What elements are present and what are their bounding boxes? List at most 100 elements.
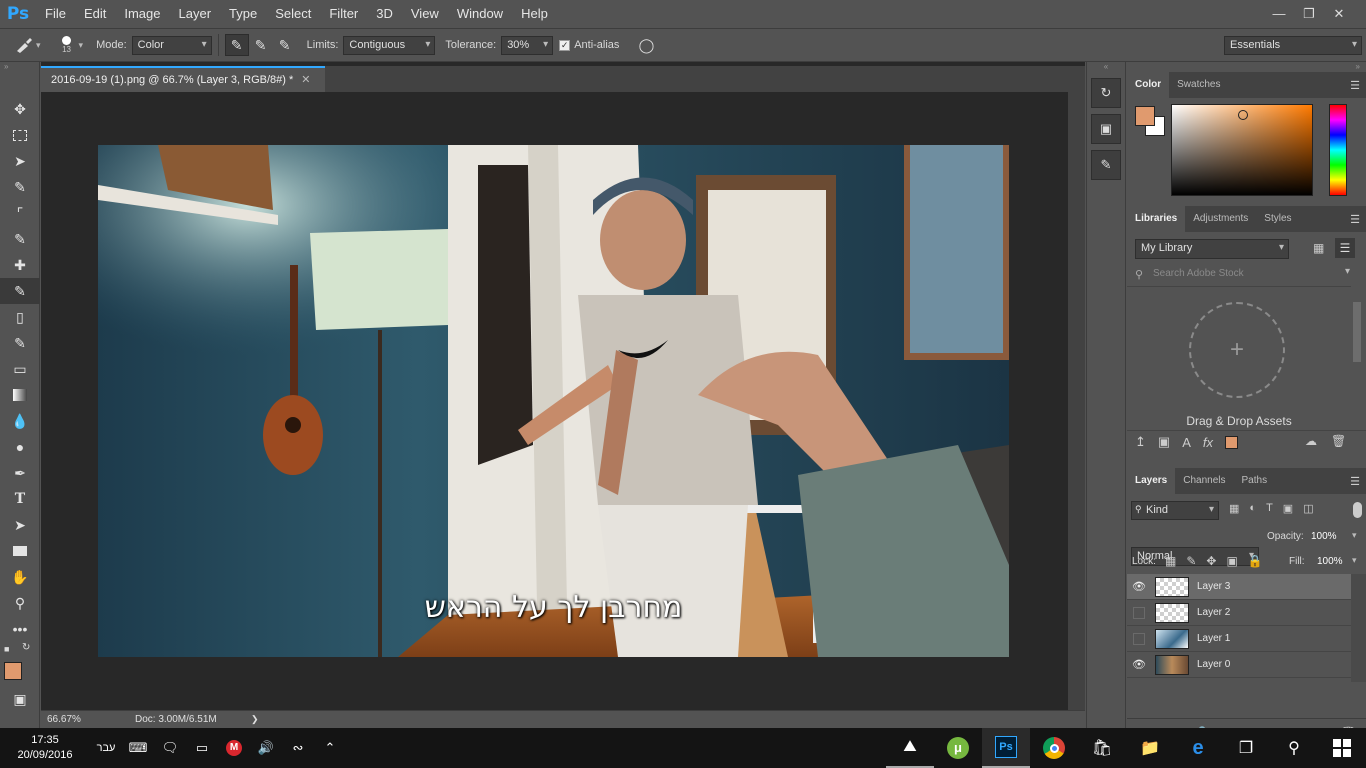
menu-image[interactable]: Image	[115, 0, 169, 28]
visibility-toggle-off[interactable]	[1133, 606, 1145, 619]
sampling-continuous-button[interactable]: ✎	[224, 34, 249, 56]
filter-adjustment-icon[interactable]: ◐	[1249, 502, 1256, 515]
sampling-once-button[interactable]: ✎	[249, 34, 273, 56]
action-center-icon[interactable]: 🗨	[154, 728, 186, 768]
store-icon[interactable]: 🛍	[1078, 728, 1126, 768]
close-button[interactable]: ✕	[1324, 4, 1354, 24]
touch-keyboard-icon[interactable]: ⌨	[122, 728, 154, 768]
more-tools-icon[interactable]: •••	[0, 616, 40, 642]
libraries-scrollbar[interactable]	[1353, 302, 1361, 362]
chevron-down-icon[interactable]: ▾	[1352, 530, 1357, 541]
eyedropper-tool[interactable]: ✎	[0, 226, 40, 252]
crop-tool[interactable]: ⌜	[0, 200, 40, 226]
clone-stamp-tool[interactable]: ▯	[0, 304, 40, 330]
pressure-size-icon[interactable]: ◯	[634, 34, 658, 56]
stock-search-input[interactable]: Search Adobe Stock	[1153, 268, 1333, 279]
menu-filter[interactable]: Filter	[320, 0, 367, 28]
tab-libraries[interactable]: Libraries	[1127, 206, 1186, 232]
menu-file[interactable]: File	[36, 0, 75, 28]
start-button[interactable]	[1318, 728, 1366, 768]
battery-icon[interactable]: ▭	[186, 728, 218, 768]
gradient-tool[interactable]	[0, 382, 40, 408]
collapse-panels-icon[interactable]: »	[1127, 62, 1366, 72]
layer-filter-select[interactable]: ⚲ Kind	[1131, 501, 1219, 520]
layer-row[interactable]: 👁 Layer 0	[1127, 652, 1351, 678]
properties-icon[interactable]: ▣	[1091, 114, 1121, 144]
wifi-icon[interactable]: ∾	[282, 728, 314, 768]
add-layer-style-icon[interactable]: fx	[1203, 435, 1213, 450]
panel-menu-icon[interactable]: ☰	[1350, 475, 1360, 488]
lock-image-icon[interactable]: ✎	[1186, 554, 1196, 568]
default-colors-icon[interactable]: ■	[4, 644, 9, 654]
filter-smart-object-icon[interactable]: ◫	[1303, 502, 1313, 515]
zoom-tool[interactable]: ⚲	[0, 590, 40, 616]
add-graphic-icon[interactable]: ▣	[1158, 434, 1170, 450]
quick-selection-tool[interactable]: ✎	[0, 174, 40, 200]
trash-icon[interactable]: 🗑	[1331, 434, 1346, 448]
menu-view[interactable]: View	[402, 0, 448, 28]
opacity-input[interactable]: 100%	[1311, 531, 1337, 542]
visibility-toggle-off[interactable]	[1133, 632, 1145, 645]
vertical-scrollbar[interactable]	[1068, 92, 1085, 710]
photos-app-icon[interactable]: ⛰	[886, 728, 934, 768]
drop-target-icon[interactable]: +	[1189, 302, 1285, 398]
task-view-icon[interactable]: ❐	[1222, 728, 1270, 768]
mega-sync-icon[interactable]: M	[218, 728, 250, 768]
visibility-eye-icon[interactable]: 👁	[1127, 658, 1151, 671]
volume-icon[interactable]: 🔊	[250, 728, 282, 768]
lock-transparent-icon[interactable]: ▦	[1165, 554, 1176, 568]
status-menu-arrow[interactable]: ❯	[251, 714, 259, 725]
filter-pixel-icon[interactable]: ▦	[1229, 502, 1239, 515]
tab-styles[interactable]: Styles	[1256, 206, 1299, 232]
blur-tool[interactable]: 💧	[0, 408, 40, 434]
tool-presets-icon[interactable]: ✎	[1091, 150, 1121, 180]
language-indicator[interactable]: עבר	[90, 728, 122, 768]
healing-brush-tool[interactable]: ✚	[0, 252, 40, 278]
history-brush-tool[interactable]: ✎	[0, 330, 40, 356]
filter-shape-icon[interactable]: ▣	[1283, 502, 1293, 515]
color-replacement-tool[interactable]: ✎	[0, 278, 40, 304]
clock[interactable]: 17:35 20/09/2016	[0, 733, 90, 763]
lock-position-icon[interactable]: ✥	[1206, 554, 1216, 568]
lasso-tool[interactable]: ➤	[0, 148, 40, 174]
layers-scrollbar[interactable]	[1351, 574, 1366, 682]
tab-channels[interactable]: Channels	[1175, 468, 1233, 494]
menu-type[interactable]: Type	[220, 0, 266, 28]
chevron-down-icon[interactable]: ▾	[79, 40, 84, 51]
cloud-sync-icon[interactable]: ☁	[1305, 434, 1317, 448]
file-explorer-icon[interactable]: 📁	[1126, 728, 1174, 768]
document-tab[interactable]: 2016-09-19 (1).png @ 66.7% (Layer 3, RGB…	[41, 66, 325, 92]
expand-dock-icon[interactable]: «	[1087, 62, 1125, 72]
menu-edit[interactable]: Edit	[75, 0, 115, 28]
hand-tool[interactable]: ✋	[0, 564, 40, 590]
library-select[interactable]: My Library	[1135, 239, 1289, 259]
swap-colors-icon[interactable]: ↻	[22, 642, 30, 653]
document-canvas[interactable]: מחרבן לך על הראש	[98, 145, 1009, 657]
add-foreground-color-icon[interactable]	[1225, 435, 1238, 449]
menu-help[interactable]: Help	[512, 0, 557, 28]
add-character-style-icon[interactable]: A	[1182, 435, 1191, 450]
layer-row[interactable]: 👁 Layer 3	[1127, 574, 1351, 600]
list-view-icon[interactable]: ☰	[1335, 238, 1355, 258]
pen-tool[interactable]: ✒	[0, 460, 40, 486]
filter-toggle[interactable]	[1353, 502, 1362, 518]
fill-input[interactable]: 100%	[1317, 556, 1343, 567]
history-icon[interactable]: ↻	[1091, 78, 1121, 108]
panel-menu-icon[interactable]: ☰	[1350, 213, 1360, 226]
dodge-tool[interactable]: ●	[0, 434, 40, 460]
limits-select[interactable]: Contiguous	[343, 35, 436, 55]
foreground-color-swatch[interactable]	[4, 662, 22, 680]
chrome-icon[interactable]	[1030, 728, 1078, 768]
mode-select[interactable]: Color	[131, 35, 212, 55]
menu-layer[interactable]: Layer	[170, 0, 221, 28]
search-icon[interactable]: ⚲	[1270, 728, 1318, 768]
close-tab-icon[interactable]: ✕	[301, 74, 310, 86]
quick-mask-icon[interactable]: ▣	[0, 686, 40, 712]
workspace-select[interactable]: Essentials	[1224, 35, 1362, 55]
collapse-toolbox-icon[interactable]: »	[0, 62, 39, 71]
rectangle-tool[interactable]	[0, 538, 40, 564]
chevron-down-icon[interactable]: ▾	[1352, 555, 1357, 566]
photoshop-taskbar-icon[interactable]: Ps	[982, 728, 1030, 768]
panel-menu-icon[interactable]: ☰	[1350, 79, 1360, 92]
menu-3d[interactable]: 3D	[367, 0, 402, 28]
